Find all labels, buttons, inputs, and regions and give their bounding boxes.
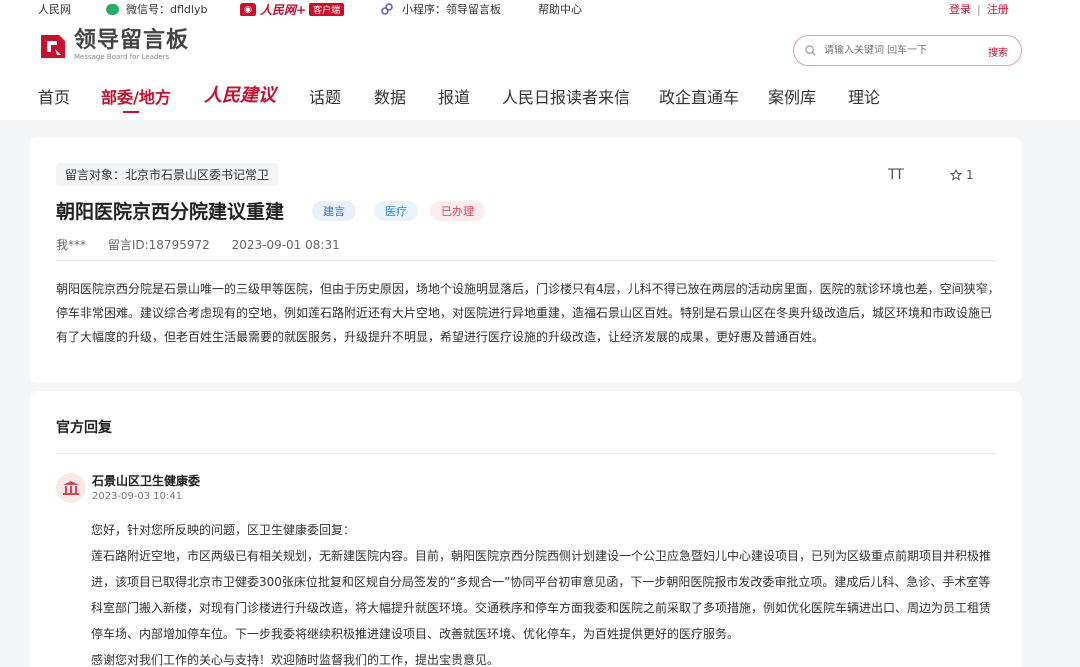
search-icon xyxy=(805,45,816,56)
reply-org-name: 石景山区卫生健康委 xyxy=(92,474,201,488)
reply-paragraph: 莲石路附近空地，市区两级已有相关规划，无新建医院内容。目前，朝阳医院京西分院西侧… xyxy=(91,549,992,641)
nav-item-case-library[interactable]: 案例库 xyxy=(768,84,816,108)
logo-text: 领导留言板 Message Board for Leaders xyxy=(74,29,189,62)
message-target: 留言对象：北京市石景山区委书记常卫 xyxy=(56,163,279,186)
tag-medical[interactable]: 医疗 xyxy=(374,201,418,221)
register-link[interactable]: 注册 xyxy=(987,1,1009,17)
reply-date: 2023-09-03 10:41 xyxy=(92,491,183,502)
message-id: 留言ID:18795972 xyxy=(107,238,210,252)
login-link[interactable]: 登录 xyxy=(949,1,971,17)
government-building-icon xyxy=(63,481,79,495)
top-utility-bar: 人民网 微信号：dfldlyb ◉ 人民网+ 客户端 小程序：领导留言板 帮助中… xyxy=(0,0,1080,17)
auth-separator: | xyxy=(977,2,981,16)
search-box: 搜索 xyxy=(793,35,1022,66)
logo-title: 领导留言板 xyxy=(74,28,190,53)
org-avatar xyxy=(56,473,86,503)
message-author: 我*** xyxy=(56,238,87,252)
nav-active-underline xyxy=(123,111,139,113)
wechat-icon xyxy=(106,3,119,15)
nav-item-home[interactable]: 首页 xyxy=(38,84,70,108)
nav-item-reader-letters[interactable]: 人民日报读者来信 xyxy=(502,84,630,108)
search-input[interactable] xyxy=(824,45,974,56)
client-badge: 客户端 xyxy=(309,3,345,16)
tag-suggestion[interactable]: 建言 xyxy=(312,201,356,221)
reply-body: 您好，针对您所反映的问题，区卫生健康委回复： 莲石路附近空地，市区两级已有相关规… xyxy=(91,517,1001,667)
wechat-label: 微信号：dfldlyb xyxy=(126,3,208,16)
status-badge: 已办理 xyxy=(430,201,485,221)
message-datetime: 2023-09-01 08:31 xyxy=(231,238,340,252)
client-icon: ◉ xyxy=(240,2,256,17)
favorite-count: 1 xyxy=(966,168,974,182)
main-nav: 首页 部委/地方 人民建议 话题 数据 报道 人民日报读者来信 政企直通车 案例… xyxy=(0,78,1080,118)
reply-heading: 官方回复 xyxy=(56,420,112,436)
nav-item-reports[interactable]: 报道 xyxy=(438,84,470,108)
nav-item-people-suggestions[interactable]: 人民建议 xyxy=(204,81,276,107)
message-card: 留言对象：北京市石景山区委书记常卫 朝阳医院京西分院建议重建 建言 医疗 已办理… xyxy=(30,137,1022,383)
message-title: 朝阳医院京西分院建议重建 xyxy=(56,201,285,223)
message-meta: 我*** 留言ID:18795972 2023-09-01 08:31 xyxy=(56,236,358,253)
reply-divider xyxy=(56,453,996,454)
nav-item-data[interactable]: 数据 xyxy=(374,84,406,108)
nav-item-theory[interactable]: 理论 xyxy=(848,84,880,108)
logo-mark-icon xyxy=(41,34,65,58)
reply-paragraph: 感谢您对我们工作的关心与支持！欢迎随时监督我们的工作，提出宝贵意见。 xyxy=(91,653,500,667)
miniprogram-icon xyxy=(381,3,393,15)
search-button[interactable]: 搜索 xyxy=(988,44,1008,59)
nav-item-enterprise-express[interactable]: 政企直通车 xyxy=(659,84,739,108)
site-logo[interactable]: 领导留言板 Message Board for Leaders xyxy=(38,29,189,62)
message-body: 朝阳医院京西分院是石景山唯一的三级甲等医院，但由于历史原因，场地个设施明显落后，… xyxy=(56,282,1000,344)
star-icon xyxy=(950,169,962,181)
auth-links: 登录 | 注册 xyxy=(949,1,1009,17)
font-size-icon[interactable]: TT xyxy=(888,167,904,183)
logo-subtitle: Message Board for Leaders xyxy=(74,53,170,61)
message-divider xyxy=(56,260,996,261)
wechat-link[interactable]: 微信号：dfldlyb xyxy=(106,1,207,17)
nav-item-ministries-local[interactable]: 部委/地方 xyxy=(101,84,171,108)
help-center-link[interactable]: 帮助中心 xyxy=(538,1,582,17)
miniprogram-label: 小程序：领导留言板 xyxy=(402,3,501,16)
site-link[interactable]: 人民网 xyxy=(38,1,71,17)
miniprogram-link[interactable]: 小程序：领导留言板 xyxy=(380,1,501,17)
official-reply-card: 官方回复 石景山区卫生健康委 2023-09-03 10:41 您好，针对您所反… xyxy=(30,391,1022,667)
site-header: 领导留言板 Message Board for Leaders 搜索 首页 部委… xyxy=(0,16,1080,120)
reply-paragraph: 您好，针对您所反映的问题，区卫生健康委回复： xyxy=(91,523,356,537)
favorite-button[interactable]: 1 xyxy=(950,168,974,182)
nav-item-topics[interactable]: 话题 xyxy=(309,84,341,108)
